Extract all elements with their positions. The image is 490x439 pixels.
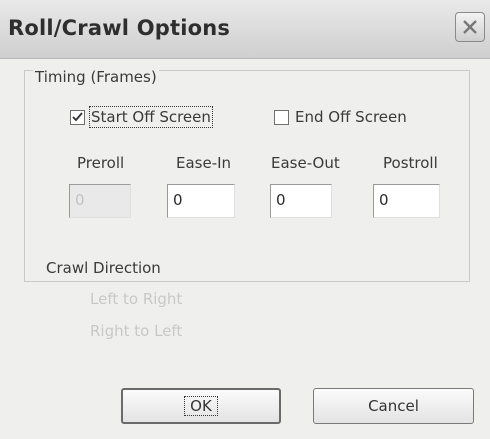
timing-groupbox <box>24 70 470 282</box>
preroll-label: Preroll <box>77 154 125 172</box>
close-icon <box>463 20 477 34</box>
ok-button-label: OK <box>184 396 218 416</box>
crawl-right-to-left-option[interactable]: Right to Left <box>90 322 182 340</box>
end-off-screen-label[interactable]: End Off Screen <box>295 108 407 126</box>
start-off-screen-checkbox[interactable] <box>70 110 85 125</box>
end-off-screen-checkbox[interactable] <box>274 110 289 125</box>
cancel-button[interactable]: Cancel <box>313 388 474 424</box>
ease-out-field[interactable]: 0 <box>270 184 332 218</box>
timing-heading: Timing (Frames) <box>33 68 159 86</box>
start-off-screen-label[interactable]: Start Off Screen <box>89 106 213 128</box>
checkmark-icon <box>72 112 83 122</box>
close-button[interactable] <box>455 12 485 42</box>
ease-in-field[interactable]: 0 <box>167 184 235 218</box>
ease-out-label: Ease-Out <box>271 154 340 172</box>
preroll-field[interactable]: 0 <box>69 184 131 218</box>
window-title: Roll/Crawl Options <box>8 16 231 40</box>
ok-button[interactable]: OK <box>121 388 281 424</box>
ease-in-label: Ease-In <box>176 154 232 172</box>
crawl-left-to-right-option[interactable]: Left to Right <box>90 290 182 308</box>
postroll-field[interactable]: 0 <box>373 184 440 218</box>
postroll-label: Postroll <box>383 154 438 172</box>
crawl-direction-heading: Crawl Direction <box>46 259 161 277</box>
title-bar: Roll/Crawl Options <box>0 0 490 59</box>
cancel-button-label: Cancel <box>368 397 419 415</box>
